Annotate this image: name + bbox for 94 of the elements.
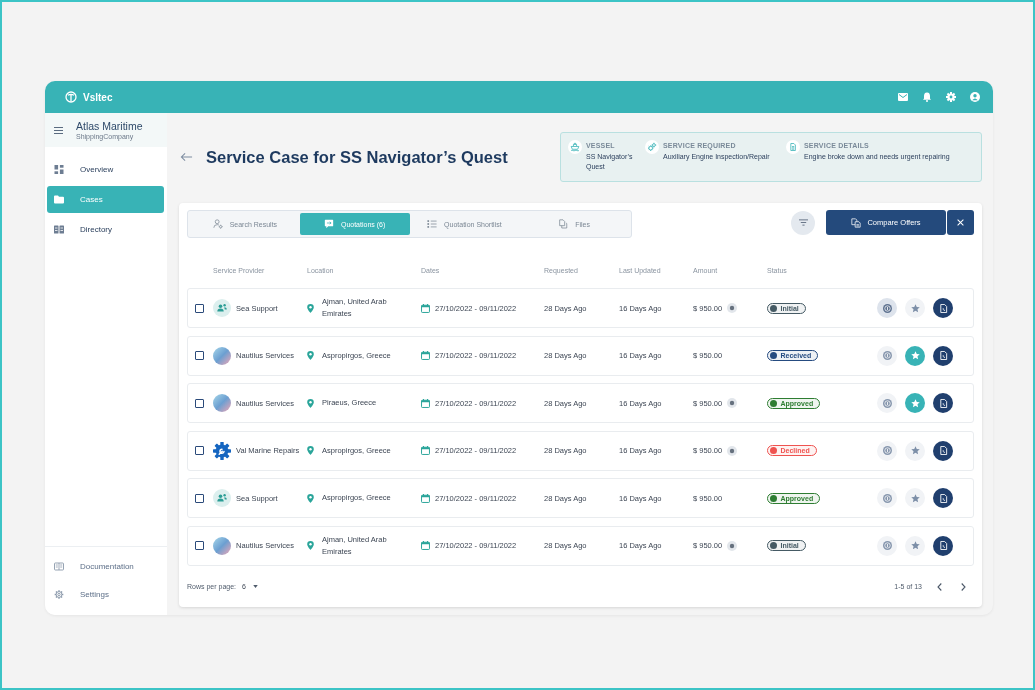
row-checkbox[interactable] [195,398,204,408]
book-icon [54,562,64,571]
folder-icon [54,195,64,204]
document-icon [938,303,948,313]
star-icon [910,303,920,313]
files-icon [558,219,569,229]
calendar-icon [421,493,430,503]
row-checkbox[interactable] [195,446,204,455]
calendar-icon [421,446,430,455]
document-icon [938,398,948,408]
people-avatar-icon [213,299,231,317]
row-checkbox[interactable] [195,351,204,360]
documents-icon [851,217,862,228]
avatar-placeholder [213,394,231,412]
star-icon [910,541,920,550]
star-icon [910,493,920,503]
document-icon [938,351,948,360]
document-button[interactable] [933,488,953,508]
document-button[interactable] [933,345,953,366]
logo-text: Vsltec [83,91,113,103]
company-name: Atlas Maritime [76,120,143,132]
document-icon [938,446,948,455]
avatar-placeholder [213,536,231,555]
contact-cards-icon [54,225,64,234]
settings-icon [54,590,64,599]
user-gear-icon [212,219,223,229]
document-icon [938,493,948,503]
close-icon [957,219,964,226]
mail-icon[interactable] [898,92,908,102]
menu-icon[interactable] [54,126,63,134]
star-button[interactable] [905,393,925,413]
user-icon[interactable] [970,92,980,102]
document-icon [786,140,800,154]
location-pin-icon [307,351,314,360]
people-avatar-icon [213,489,231,507]
location-pin-icon [307,541,314,550]
coin-icon [882,351,892,360]
nav-item[interactable]: Settings [47,581,164,608]
star-button[interactable] [905,298,925,318]
price-button[interactable] [877,535,897,556]
location-pin-icon [307,493,314,503]
star-icon [910,351,920,360]
calendar-icon [421,303,430,313]
coin-icon [882,493,892,503]
avatar-placeholder [213,346,231,365]
filter-button[interactable] [791,210,815,235]
price-button[interactable] [877,393,897,413]
document-button[interactable] [933,535,953,556]
price-button[interactable] [877,345,897,366]
price-button[interactable] [877,440,897,461]
star-button[interactable] [905,488,925,508]
price-button[interactable] [877,298,897,318]
star-button[interactable] [905,440,925,461]
close-button[interactable] [947,210,974,235]
dashboard-icon [54,165,64,174]
gears-icon [645,140,659,154]
coin-icon [882,303,892,313]
calendar-icon [421,398,430,408]
location-pin-icon [307,446,314,455]
star-button[interactable] [905,535,925,556]
chevron-right-icon [960,582,966,591]
document-icon [938,541,948,550]
price-button[interactable] [877,488,897,508]
location-pin-icon [307,398,314,408]
star-icon [910,398,920,408]
coin-icon [882,398,892,408]
star-icon [910,446,920,455]
nav-item[interactable]: Overview [47,156,164,183]
nav-item[interactable]: Documentation [47,553,164,580]
settings-icon[interactable] [946,92,956,102]
bell-icon[interactable] [922,92,932,102]
star-button[interactable] [905,345,925,366]
coin-icon [882,446,892,455]
nav-item[interactable]: Directory [47,216,164,243]
document-button[interactable] [933,440,953,461]
page-title: Service Case for SS Navigator’s Quest [206,147,508,167]
caret-icon [252,585,258,588]
row-checkbox[interactable] [195,493,204,503]
row-checkbox[interactable] [195,541,204,550]
calendar-icon [421,541,430,550]
document-button[interactable] [933,298,953,318]
chat-icon [323,219,334,229]
row-checkbox[interactable] [195,303,204,313]
filter-icon [798,219,808,226]
document-button[interactable] [933,393,953,413]
gear-wrench-icon [213,441,231,460]
back-arrow-icon[interactable] [180,152,193,162]
logo-icon [65,91,77,103]
list-icon [427,219,438,229]
coin-icon [882,541,892,550]
chevron-left-icon [936,582,942,591]
calendar-icon [421,351,430,360]
location-pin-icon [307,303,314,313]
boat-icon [568,140,582,154]
